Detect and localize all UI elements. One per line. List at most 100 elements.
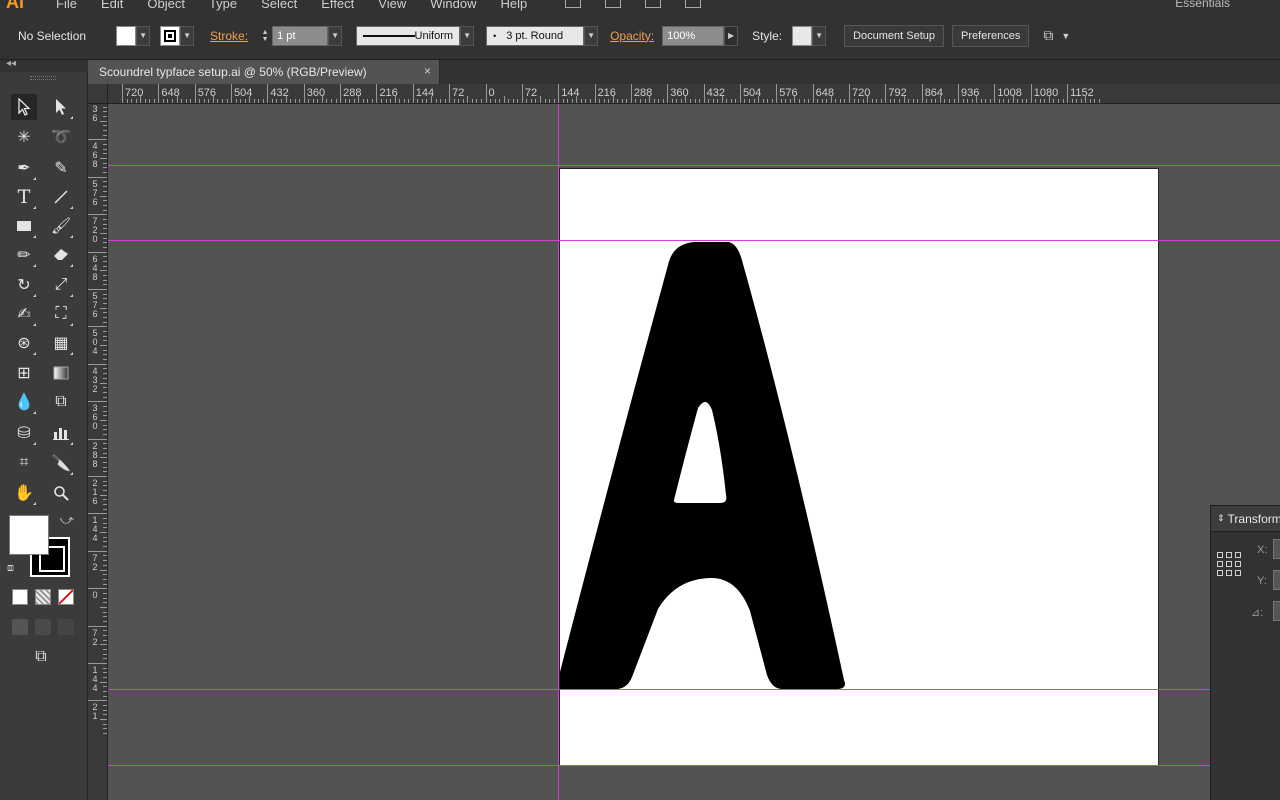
menu-window[interactable]: Window bbox=[430, 0, 476, 11]
type-tool-icon[interactable]: T bbox=[11, 184, 37, 210]
default-colors-icon[interactable]: ⧈ bbox=[7, 562, 14, 575]
guide-cap-height[interactable] bbox=[108, 240, 1280, 241]
lasso-tool-icon[interactable]: ➰ bbox=[48, 124, 74, 150]
draw-inside-icon[interactable] bbox=[58, 619, 74, 635]
ruler-minor-tick bbox=[380, 99, 382, 103]
document-tab[interactable]: Scoundrel typface setup.ai @ 50% (RGB/Pr… bbox=[88, 60, 440, 84]
hand-tool-icon[interactable]: ✋ bbox=[11, 480, 37, 506]
profile-label: Uniform bbox=[414, 29, 454, 42]
control-menu-chevron-icon[interactable]: ▼ bbox=[1061, 31, 1070, 41]
horizontal-ruler[interactable]: 720 648 576 504 432 360 288 216 144 72 0 72 144 216 28… bbox=[108, 84, 1280, 104]
guide-left-sidebearing[interactable] bbox=[558, 104, 559, 800]
transform-panel-header[interactable]: ⇕ Transform bbox=[1211, 506, 1280, 532]
draw-normal-icon[interactable] bbox=[12, 619, 28, 635]
draw-behind-icon[interactable] bbox=[35, 619, 51, 635]
bridge-icon[interactable] bbox=[565, 0, 581, 8]
gradient-mode-icon[interactable] bbox=[35, 589, 51, 605]
profile-dropdown[interactable]: ▼ bbox=[460, 25, 475, 46]
preferences-button[interactable]: Preferences bbox=[952, 24, 1030, 47]
shape-builder-tool-icon[interactable]: ⊛ bbox=[11, 330, 37, 356]
width-tool-icon[interactable]: ✍ bbox=[11, 301, 37, 327]
variable-width-profile[interactable]: Uniform bbox=[356, 25, 461, 46]
brush-dropdown[interactable]: ▼ bbox=[584, 25, 599, 46]
fill-color-box[interactable] bbox=[9, 515, 49, 555]
stroke-stepper[interactable]: ▲ ▼ bbox=[258, 26, 272, 46]
blend-tool-icon[interactable]: ⧉ bbox=[48, 389, 74, 415]
arrange-icon[interactable] bbox=[645, 0, 661, 8]
angle-input[interactable] bbox=[1273, 601, 1280, 621]
stroke-weight-input[interactable]: 1 pt bbox=[272, 25, 329, 46]
rectangle-tool-icon[interactable] bbox=[11, 213, 37, 239]
chevron-up-icon[interactable]: ▲ bbox=[262, 29, 269, 36]
reference-point-icon[interactable] bbox=[1217, 552, 1241, 576]
free-transform-tool-icon[interactable]: ⛶ bbox=[48, 301, 74, 327]
opacity-input[interactable]: 100% bbox=[662, 25, 725, 46]
opacity-slider-toggle[interactable]: ▶ bbox=[724, 25, 739, 46]
close-icon[interactable]: × bbox=[424, 64, 431, 78]
panel-expand-icon[interactable]: ⇕ bbox=[1217, 513, 1225, 524]
style-dropdown[interactable]: ▼ bbox=[812, 25, 827, 46]
scale-tool-icon[interactable]: ⤢ bbox=[48, 272, 74, 298]
swap-fill-stroke-icon[interactable]: ⤻ bbox=[60, 512, 74, 528]
paintbrush-tool-icon[interactable]: 🖌 bbox=[48, 213, 74, 239]
canvas[interactable] bbox=[108, 104, 1280, 800]
gradient-tool-icon[interactable] bbox=[48, 360, 74, 386]
ruler-origin[interactable] bbox=[88, 84, 108, 104]
magic-wand-tool-icon[interactable]: ✳ bbox=[11, 124, 37, 150]
perspective-grid-tool-icon[interactable]: ▦ bbox=[48, 330, 74, 356]
line-segment-tool-icon[interactable] bbox=[48, 184, 74, 210]
menu-select[interactable]: Select bbox=[261, 0, 297, 11]
mesh-tool-icon[interactable]: ⊞ bbox=[11, 360, 37, 386]
stroke-swatch[interactable] bbox=[160, 25, 181, 46]
pen-tool-icon[interactable]: ✒ bbox=[11, 155, 37, 181]
glyph-letter-a[interactable] bbox=[560, 169, 1160, 767]
symbol-sprayer-tool-icon[interactable]: ⛁ bbox=[11, 420, 37, 446]
eyedropper-tool-icon[interactable]: 💧 bbox=[11, 389, 37, 415]
menu-file[interactable]: File bbox=[56, 0, 77, 11]
eraser-tool-icon[interactable] bbox=[48, 242, 74, 268]
menu-effect[interactable]: Effect bbox=[321, 0, 354, 11]
arrange-documents-icon[interactable]: ⧉ bbox=[1043, 27, 1053, 44]
chevron-down-icon[interactable]: ▼ bbox=[262, 36, 269, 43]
ruler-minor-tick bbox=[499, 99, 501, 103]
opacity-label[interactable]: Opacity: bbox=[610, 29, 654, 43]
vertical-ruler[interactable]: 3646857672064857650443236028821614472072… bbox=[88, 104, 108, 800]
selection-tool-icon[interactable] bbox=[11, 94, 37, 120]
ruler-minor-tick bbox=[140, 96, 142, 103]
artboard[interactable] bbox=[559, 168, 1159, 766]
column-graph-tool-icon[interactable] bbox=[48, 420, 74, 446]
x-input[interactable] bbox=[1273, 539, 1280, 559]
menu-help[interactable]: Help bbox=[500, 0, 527, 11]
panel-grip[interactable] bbox=[30, 76, 56, 80]
collapse-icon[interactable]: ◂◂ bbox=[6, 58, 16, 69]
brush-definition[interactable]: • 3 pt. Round bbox=[486, 25, 585, 46]
zoom-tool-icon[interactable] bbox=[48, 480, 74, 506]
y-input[interactable] bbox=[1273, 570, 1280, 590]
direct-selection-tool-icon[interactable] bbox=[48, 94, 74, 120]
menu-edit[interactable]: Edit bbox=[101, 0, 123, 11]
curvature-tool-icon[interactable]: ✎ bbox=[48, 155, 74, 181]
guide-descender[interactable] bbox=[108, 765, 1210, 766]
fill-swatch[interactable] bbox=[116, 25, 137, 46]
stroke-label[interactable]: Stroke: bbox=[210, 29, 248, 43]
document-setup-button[interactable]: Document Setup bbox=[844, 24, 945, 47]
fill-dropdown[interactable]: ▼ bbox=[136, 25, 151, 46]
color-mode-icon[interactable] bbox=[12, 589, 28, 605]
stroke-dropdown[interactable]: ▼ bbox=[180, 25, 195, 46]
guide-baseline[interactable] bbox=[108, 689, 1210, 690]
rotate-tool-icon[interactable]: ↻ bbox=[11, 272, 37, 298]
artboard-tool-icon[interactable]: ⌗ bbox=[11, 450, 37, 476]
sync-icon[interactable] bbox=[685, 0, 701, 8]
screen-mode-icon[interactable]: ⧉ bbox=[28, 644, 54, 670]
menu-type[interactable]: Type bbox=[209, 0, 237, 11]
stock-icon[interactable] bbox=[605, 0, 621, 8]
menu-view[interactable]: View bbox=[378, 0, 406, 11]
style-swatch[interactable] bbox=[792, 25, 813, 46]
stroke-weight-dropdown[interactable]: ▼ bbox=[328, 25, 343, 46]
pencil-tool-icon[interactable]: ✏ bbox=[11, 242, 37, 268]
guide-cap-top[interactable] bbox=[108, 165, 1280, 166]
workspace-switcher[interactable]: Essentials bbox=[1175, 0, 1230, 10]
none-mode-icon[interactable] bbox=[58, 589, 74, 605]
menu-object[interactable]: Object bbox=[147, 0, 185, 11]
slice-tool-icon[interactable]: 🔪 bbox=[48, 450, 74, 476]
